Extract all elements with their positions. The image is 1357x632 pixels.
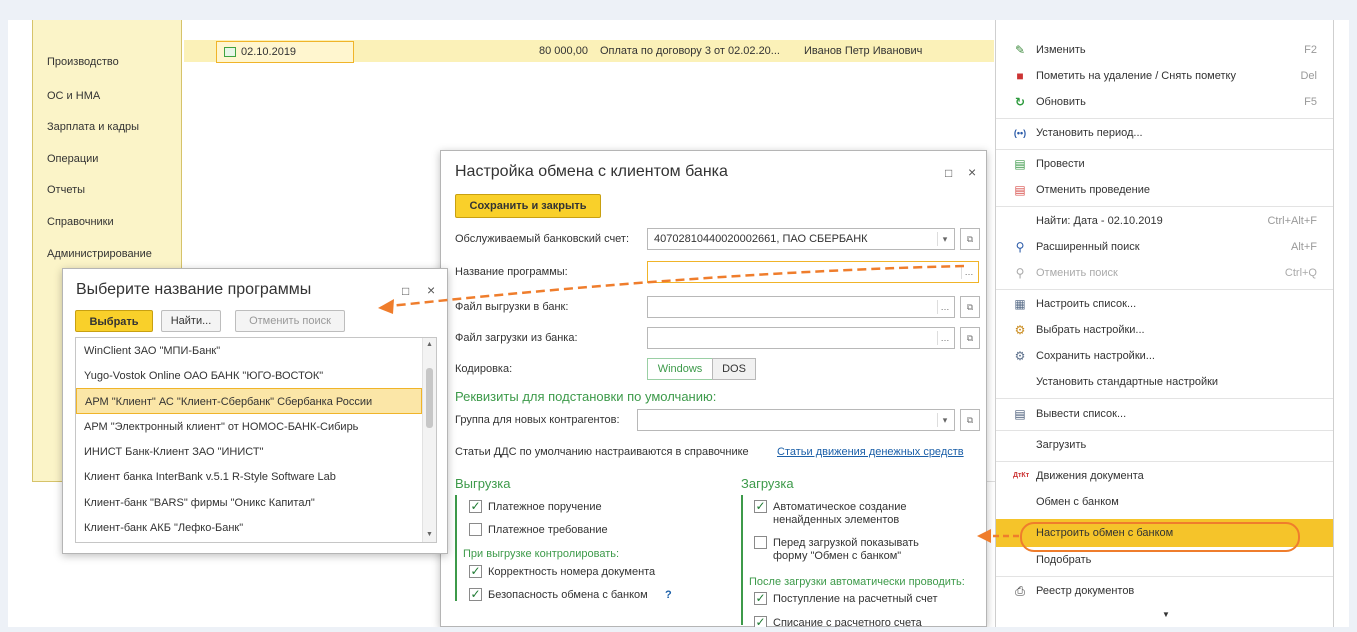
arrow-head-left xyxy=(977,529,991,543)
annotation-arrows xyxy=(378,264,1019,543)
arrow-head-left xyxy=(378,299,394,314)
app-stage: Производство ОС и НМА Зарплата и кадры О… xyxy=(8,20,1349,627)
arrow-program-to-picker xyxy=(389,264,965,308)
